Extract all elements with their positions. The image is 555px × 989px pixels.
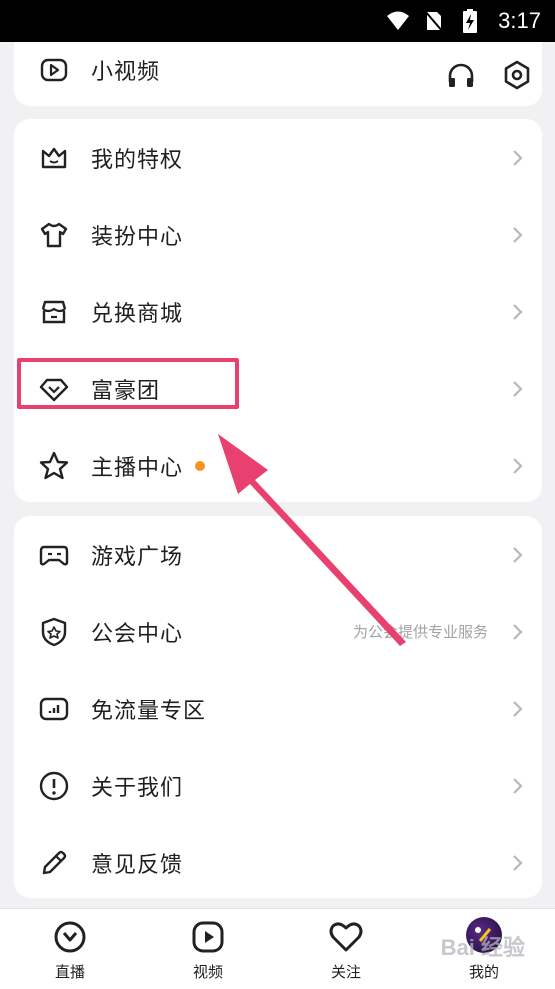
chevron-right-icon xyxy=(513,380,523,397)
data-icon xyxy=(38,693,70,725)
menu-item-label: 游戏广场 xyxy=(91,544,184,570)
headphones-icon[interactable] xyxy=(446,60,476,94)
chevron-right-icon xyxy=(513,623,523,640)
tab-label: 关注 xyxy=(330,963,361,981)
menu-item-label: 关于我们 xyxy=(91,775,184,801)
short-video-card: 小视频 xyxy=(14,42,542,106)
tab-label: 我的 xyxy=(468,963,499,981)
chevron-right-icon xyxy=(513,700,523,717)
chevron-right-icon xyxy=(513,457,523,474)
menu-item-label: 兑换商城 xyxy=(91,301,184,327)
menu-item-label: 小视频 xyxy=(91,59,161,85)
heart-icon xyxy=(329,922,363,952)
menu-item-exchange-mall[interactable]: 兑换商城 xyxy=(14,273,542,350)
menu-item-privileges[interactable]: 我的特权 xyxy=(14,119,542,196)
battery-charging-icon xyxy=(458,9,482,33)
tab-label: 视频 xyxy=(192,963,223,981)
menu-item-label: 装扮中心 xyxy=(91,224,184,250)
pencil-icon xyxy=(38,847,70,879)
shirt-icon xyxy=(38,219,70,251)
chevron-right-icon xyxy=(513,546,523,563)
annotation-highlight-box xyxy=(17,358,239,409)
menu-item-label: 免流量专区 xyxy=(91,698,207,724)
top-actions xyxy=(446,60,532,94)
tab-video[interactable]: 视频 xyxy=(168,909,248,989)
watermark: Bai 经验 xyxy=(440,935,525,960)
settings-icon[interactable] xyxy=(502,60,532,94)
chevron-right-icon xyxy=(513,303,523,320)
store-icon xyxy=(38,296,70,328)
star-icon xyxy=(38,450,70,482)
no-sim-icon xyxy=(422,9,446,33)
chevron-right-icon xyxy=(513,777,523,794)
tab-follow[interactable]: 关注 xyxy=(306,909,386,989)
menu-item-dress-up[interactable]: 装扮中心 xyxy=(14,196,542,273)
info-icon xyxy=(38,770,70,802)
crown-icon xyxy=(38,142,70,174)
video-icon xyxy=(192,921,224,953)
menu-item-data-free-zone[interactable]: 免流量专区 xyxy=(14,670,542,747)
menu-item-label: 我的特权 xyxy=(91,147,184,173)
play-icon xyxy=(38,54,70,86)
menu-item-label: 意见反馈 xyxy=(91,852,184,878)
menu-item-about-us[interactable]: 关于我们 xyxy=(14,747,542,824)
menu-item-label: 主播中心 xyxy=(91,455,184,481)
tab-live[interactable]: 直播 xyxy=(30,909,110,989)
live-icon xyxy=(54,921,86,953)
shield-icon xyxy=(38,616,70,648)
menu-item-feedback[interactable]: 意见反馈 xyxy=(14,824,542,901)
gamepad-icon xyxy=(38,539,70,571)
annotation-arrow xyxy=(218,434,406,646)
chevron-right-icon xyxy=(513,854,523,871)
chevron-right-icon xyxy=(513,149,523,166)
wifi-icon xyxy=(386,9,410,33)
menu-item-label: 公会中心 xyxy=(91,621,184,647)
tab-label: 直播 xyxy=(54,963,85,981)
chevron-right-icon xyxy=(513,226,523,243)
